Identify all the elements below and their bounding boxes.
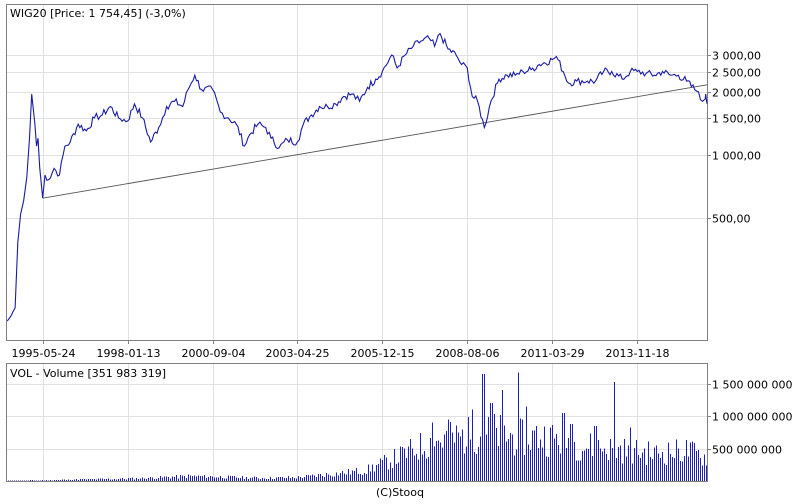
date-x-tick-label: 2003-04-25: [266, 347, 330, 360]
date-x-tick-label: 2000-09-04: [182, 347, 246, 360]
volume-y-tick-label: 500 000 000: [712, 444, 782, 457]
volume-panel-title: VOL - Volume [351 983 319]: [10, 367, 166, 380]
volume-y-axis: 500 000 000 1 000 000 000 1 500 000 000: [707, 379, 792, 457]
price-y-tick-label: 500,00: [712, 213, 751, 226]
price-y-tick-label: 2 500,00: [712, 67, 761, 80]
volume-y-tick-label: 1 000 000 000: [712, 411, 792, 424]
copyright-label: (C)Stooq: [376, 486, 424, 499]
price-panel-title: WIG20 [Price: 1 754,45] (-3,0%): [10, 7, 186, 20]
price-y-tick-label: 3 000,00: [712, 50, 761, 63]
volume-panel: VOL - Volume [351 983 319] 500 000 000 1 …: [6, 363, 792, 482]
date-x-tick-label: 2008-08-06: [436, 347, 500, 360]
price-y-tick-label: 2 000,00: [712, 87, 761, 100]
price-plot-frame: [6, 4, 708, 341]
date-x-axis: 1995-05-24 1998-01-13 2000-09-04 2003-04-25…: [12, 340, 670, 360]
date-x-tick-label: 2011-03-29: [521, 347, 585, 360]
price-panel: WIG20 [Price: 1 754,45] (-3,0%) 3 000,00…: [6, 4, 761, 360]
volume-y-tick-label: 1 500 000 000: [712, 379, 792, 392]
price-y-axis: 3 000,00 2 500,00 2 000,00 1 500,00 1 000,00…: [707, 50, 761, 226]
price-y-tick-label: 1 500,00: [712, 113, 761, 126]
date-x-tick-label: 1995-05-24: [12, 347, 76, 360]
stock-chart-widget: WIG20 [Price: 1 754,45] (-3,0%) 3 000,00…: [0, 0, 800, 500]
date-x-tick-label: 2013-11-18: [606, 347, 670, 360]
date-x-tick-label: 1998-01-13: [97, 347, 161, 360]
price-y-tick-label: 1 000,00: [712, 150, 761, 163]
date-x-tick-label: 2005-12-15: [351, 347, 415, 360]
chart-canvas: WIG20 [Price: 1 754,45] (-3,0%) 3 000,00…: [6, 4, 792, 499]
